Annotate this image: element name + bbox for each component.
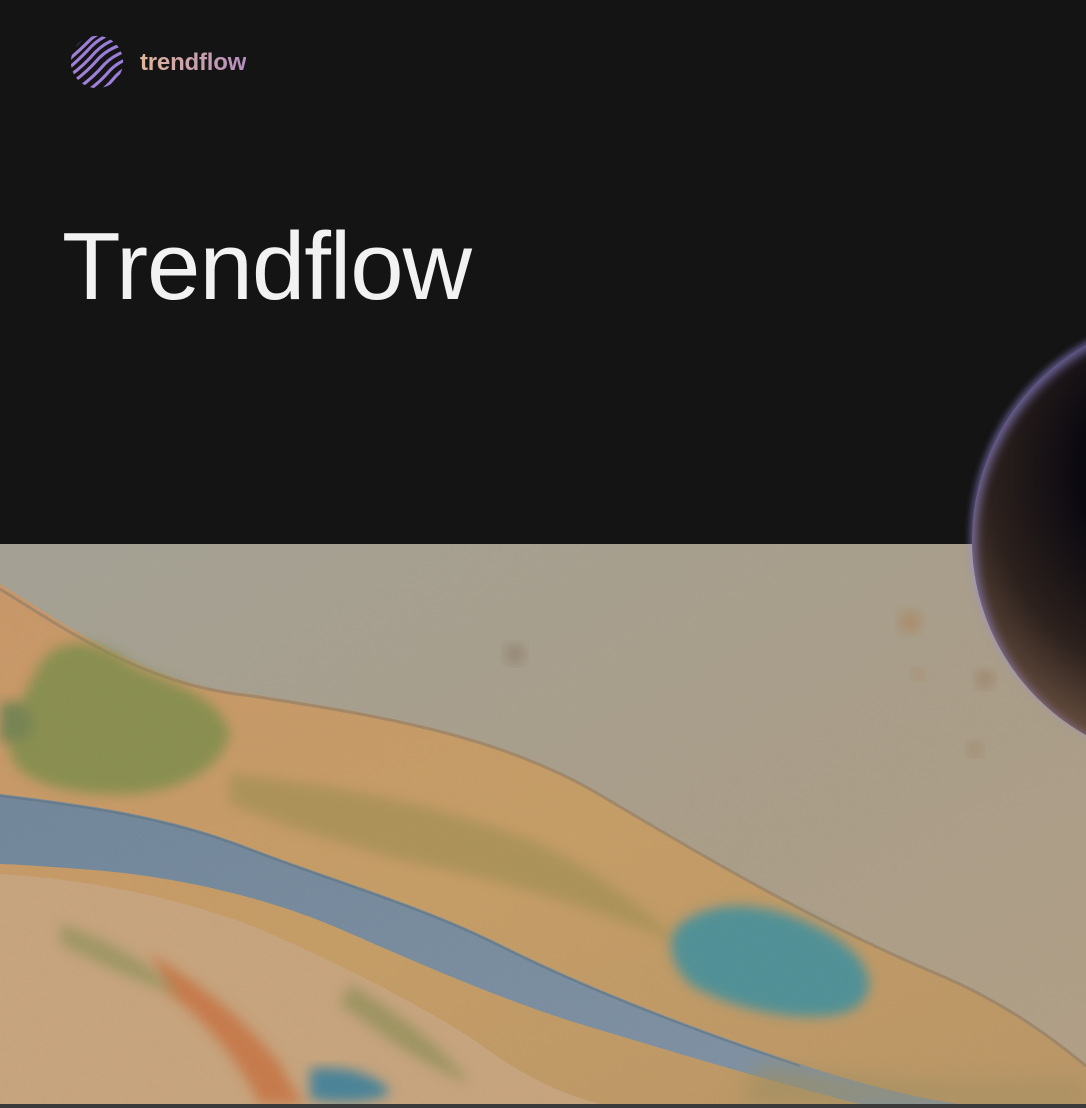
bottom-edge <box>0 1104 1086 1108</box>
hero-title: Trendflow <box>62 213 472 320</box>
brand-link[interactable]: trendflow <box>68 34 246 90</box>
river-terrain-image <box>0 544 1086 1104</box>
striped-globe-logo-icon <box>70 35 124 89</box>
brand-name: trendflow <box>140 49 247 76</box>
page: trendflow Trendflow <box>0 0 1086 1108</box>
site-header: trendflow Trendflow <box>0 0 1086 544</box>
